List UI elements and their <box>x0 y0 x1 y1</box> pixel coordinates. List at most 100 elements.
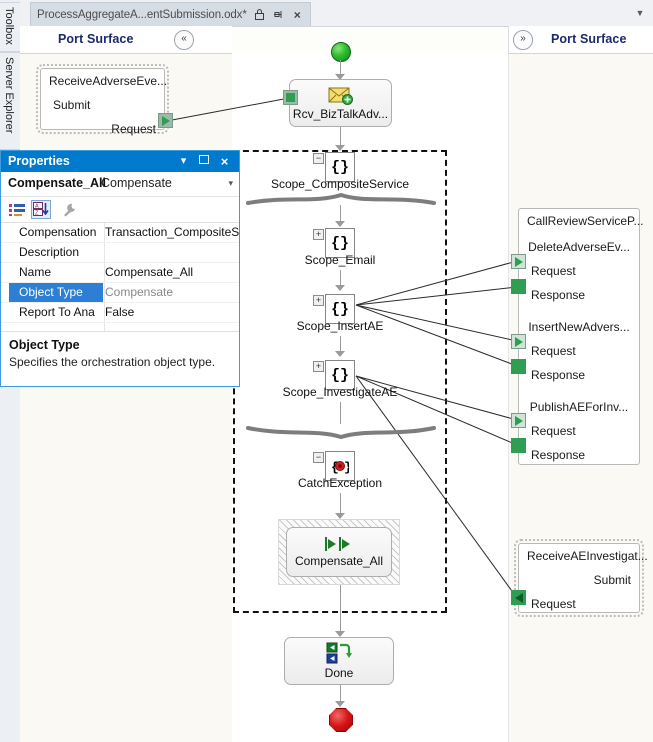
properties-grid: Compensation Transaction_CompositeSe Des… <box>1 223 239 332</box>
scope-brace-top <box>246 192 436 205</box>
dock-tab-toolbox[interactable]: Toolbox <box>0 2 21 52</box>
properties-window: Properties ▾ × Compensate_All Compensate… <box>0 150 240 387</box>
connector-handle-op0-response[interactable] <box>511 279 526 294</box>
properties-close-icon[interactable]: × <box>217 154 232 169</box>
property-value[interactable]: False <box>105 305 239 319</box>
compensate-arrows-icon <box>325 537 350 551</box>
alphabetical-sort-icon[interactable]: A Z <box>31 200 51 219</box>
port-receive-adverse-event[interactable]: ReceiveAdverseEve... Submit Request <box>36 64 169 136</box>
document-tab-title: ProcessAggregateA...entSubmission.odx* <box>37 8 247 21</box>
properties-object-name: Compensate_All <box>8 176 106 190</box>
property-key: Name <box>19 265 52 279</box>
properties-description-title: Object Type <box>9 338 80 352</box>
catch-exception-toggle[interactable]: − <box>313 452 324 463</box>
property-key: Compensation <box>19 225 97 239</box>
scope-insertae-toggle[interactable]: + <box>313 295 324 306</box>
connector-receive-to-scope <box>340 127 341 147</box>
arrowhead <box>335 221 345 227</box>
property-value[interactable]: Compensate_All <box>105 265 239 279</box>
property-value[interactable]: Compensate <box>105 285 239 299</box>
table-row[interactable]: Compensation Transaction_CompositeSe <box>1 223 239 243</box>
connector-handle-receive-request[interactable] <box>511 590 526 605</box>
loop-send-receive-icon <box>326 642 352 664</box>
connector-handle-op1-response[interactable] <box>511 359 526 374</box>
lock-icon[interactable] <box>253 8 266 22</box>
scope-investigateae-toggle[interactable]: + <box>313 361 324 372</box>
port-connector-handle-request[interactable] <box>158 113 173 128</box>
properties-object-selector[interactable]: Compensate_All Compensate ▾ <box>1 172 239 197</box>
arrowhead <box>335 285 345 291</box>
port-operation-0-request: Request <box>531 264 576 278</box>
properties-object-type: Compensate <box>101 176 172 190</box>
port-operation-2-name: PublishAEForInv... <box>529 400 629 414</box>
port-operation-1-name: InsertNewAdvers... <box>528 320 630 334</box>
properties-maximize-icon[interactable] <box>196 154 211 169</box>
property-key: Object Type <box>9 283 103 302</box>
properties-description-pane: Object Type Specifies the orchestration … <box>1 332 239 375</box>
table-row[interactable]: Report To Ana False <box>1 303 239 323</box>
connector-handle-op2-response[interactable] <box>511 438 526 453</box>
collapse-left-surface-icon[interactable]: « <box>174 30 194 50</box>
connector-handle-op1-request[interactable] <box>511 334 526 349</box>
document-tab[interactable]: ProcessAggregateA...entSubmission.odx* × <box>30 2 311 26</box>
receive-shape-label: Rcv_BizTalkAdv... <box>292 107 389 121</box>
scope-insertae-label: Scope_InsertAE <box>296 319 384 333</box>
pin-icon[interactable] <box>272 8 285 22</box>
visual-studio-orchestration-designer: Toolbox Server Explorer ProcessAggregate… <box>0 0 653 742</box>
port-message-request: Request <box>531 597 576 611</box>
done-shape[interactable]: Done <box>284 637 394 685</box>
connector-handle-op2-request[interactable] <box>511 413 526 428</box>
svg-text:}: } <box>344 460 349 474</box>
dock-tab-server-explorer-label: Server Explorer <box>3 57 15 134</box>
connector-investigateae-to-brace <box>340 402 341 424</box>
chevron-down-icon[interactable]: ▾ <box>228 178 233 189</box>
property-key: Description <box>19 245 80 259</box>
receive-shape-rcv-biztalk[interactable]: Rcv_BizTalkAdv... <box>289 79 392 127</box>
compensate-shape[interactable]: Compensate_All <box>286 527 392 577</box>
port-operation-2-request: Request <box>531 424 576 438</box>
arrowhead <box>335 145 345 151</box>
close-icon[interactable]: × <box>291 8 304 22</box>
scope-composite-service-label: Scope_CompositeService <box>270 177 410 191</box>
scope-brace-bottom <box>246 426 436 440</box>
right-port-surface-header: » Port Surface <box>508 26 653 54</box>
connector-catch-to-compensate <box>340 493 341 515</box>
done-shape-label: Done <box>324 666 354 680</box>
connector-handle-op0-request[interactable] <box>511 254 526 269</box>
port-message-request: Request <box>111 122 156 136</box>
port-operation: Submit <box>593 573 631 587</box>
chevron-down-icon[interactable]: ▼ <box>635 8 645 18</box>
port-call-review-service[interactable]: CallReviewServiceP... DeleteAdverseEv...… <box>518 208 644 465</box>
svg-text:A: A <box>35 204 39 210</box>
scope-composite-service-toggle[interactable]: − <box>313 153 324 164</box>
expand-right-surface-icon[interactable]: » <box>513 30 533 50</box>
port-operation: Submit <box>53 98 91 112</box>
table-row-selected[interactable]: Object Type Compensate <box>1 283 239 303</box>
catch-exception-label: CatchException <box>297 476 383 490</box>
wrench-icon[interactable] <box>59 200 79 219</box>
envelope-receive-icon <box>328 87 353 105</box>
dock-tab-server-explorer[interactable]: Server Explorer <box>0 52 21 150</box>
port-operation-1-request: Request <box>531 344 576 358</box>
table-row[interactable]: Description <box>1 243 239 263</box>
document-tabstrip: ProcessAggregateA...entSubmission.odx* ×… <box>20 0 653 27</box>
categorized-icon[interactable] <box>7 200 27 219</box>
scope-email-toggle[interactable]: + <box>313 229 324 240</box>
left-port-surface-title: Port Surface <box>58 32 134 46</box>
port-operation-2-response: Response <box>531 448 586 462</box>
catch-exception-icon: { } <box>331 460 349 474</box>
properties-dropdown-icon[interactable]: ▾ <box>176 154 191 169</box>
scope-investigateae-label: Scope_InvestigateAE <box>282 385 398 399</box>
properties-toolbar: A Z <box>1 197 239 223</box>
properties-title: Properties <box>8 154 70 168</box>
port-operation-0-response: Response <box>531 288 586 302</box>
connector-compensate-to-done <box>340 585 341 613</box>
table-row[interactable]: Name Compensate_All <box>1 263 239 283</box>
port-title: ReceiveAEInvestigat... <box>527 549 648 563</box>
property-value[interactable]: Transaction_CompositeSe <box>105 225 239 239</box>
port-title: CallReviewServiceP... <box>527 214 644 228</box>
receive-connector-handle[interactable] <box>283 90 298 105</box>
start-shape[interactable] <box>331 42 351 62</box>
port-receive-ae-investigate[interactable]: ReceiveAEInvestigat... Submit Request <box>514 539 648 617</box>
right-port-surface-title: Port Surface <box>551 32 627 46</box>
